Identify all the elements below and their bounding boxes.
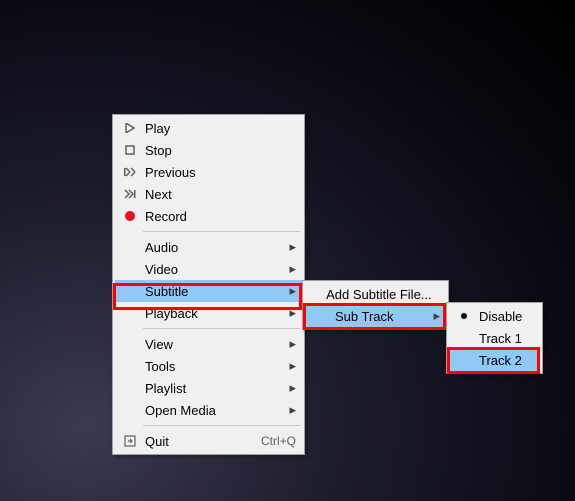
menu-label: Video	[141, 262, 282, 277]
menu-label: Sub Track	[331, 309, 426, 324]
chevron-right-icon: ▸	[282, 402, 296, 418]
menu-item-track-2[interactable]: Track 2	[449, 349, 540, 371]
chevron-right-icon: ▸	[426, 308, 440, 324]
menu-item-tools[interactable]: Tools ▸	[115, 355, 302, 377]
menu-item-playback[interactable]: Playback ▸	[115, 302, 302, 324]
quit-icon	[119, 435, 141, 447]
chevron-right-icon: ▸	[282, 336, 296, 352]
chevron-right-icon: ▸	[282, 358, 296, 374]
menu-label: Subtitle	[141, 284, 282, 299]
menu-item-disable[interactable]: Disable	[449, 305, 540, 327]
menu-label: Quit	[141, 434, 237, 449]
chevron-right-icon: ▸	[282, 239, 296, 255]
menu-item-record[interactable]: Record	[115, 205, 302, 227]
menu-item-add-subtitle-file[interactable]: Add Subtitle File...	[305, 283, 446, 305]
menu-item-track-1[interactable]: Track 1	[449, 327, 540, 349]
chevron-right-icon: ▸	[282, 261, 296, 277]
menu-item-previous[interactable]: Previous	[115, 161, 302, 183]
stop-icon	[119, 145, 141, 155]
menu-item-next[interactable]: Next	[115, 183, 302, 205]
menu-label: View	[141, 337, 282, 352]
menu-item-video[interactable]: Video ▸	[115, 258, 302, 280]
menu-label: Audio	[141, 240, 282, 255]
sub-track-submenu: Disable Track 1 Track 2	[446, 302, 543, 374]
play-icon	[119, 123, 141, 133]
menu-label: Playback	[141, 306, 282, 321]
menu-item-playlist[interactable]: Playlist ▸	[115, 377, 302, 399]
chevron-right-icon: ▸	[282, 305, 296, 321]
menu-label: Playlist	[141, 381, 282, 396]
context-menu: Play Stop Previous Next Record Audio ▸ V…	[112, 114, 305, 455]
menu-item-subtitle[interactable]: Subtitle ▸	[115, 280, 302, 302]
menu-item-view[interactable]: View ▸	[115, 333, 302, 355]
menu-label: Disable	[475, 309, 534, 324]
menu-item-quit[interactable]: Quit Ctrl+Q	[115, 430, 302, 452]
menu-label: Previous	[141, 165, 282, 180]
menu-label: Play	[141, 121, 282, 136]
radio-selected-icon	[453, 313, 475, 319]
menu-label: Track 1	[475, 331, 534, 346]
menu-item-play[interactable]: Play	[115, 117, 302, 139]
menu-separator	[143, 425, 300, 426]
chevron-right-icon: ▸	[282, 283, 296, 299]
menu-shortcut: Ctrl+Q	[237, 434, 296, 448]
record-icon	[119, 210, 141, 222]
menu-label: Tools	[141, 359, 282, 374]
next-icon	[119, 189, 141, 199]
menu-item-open-media[interactable]: Open Media ▸	[115, 399, 302, 421]
menu-label: Add Subtitle File...	[322, 287, 432, 302]
menu-item-stop[interactable]: Stop	[115, 139, 302, 161]
menu-label: Stop	[141, 143, 282, 158]
menu-label: Open Media	[141, 403, 282, 418]
subtitle-submenu: Add Subtitle File... Sub Track ▸	[302, 280, 449, 330]
menu-label: Record	[141, 209, 282, 224]
menu-label: Next	[141, 187, 282, 202]
menu-item-sub-track[interactable]: Sub Track ▸	[305, 305, 446, 327]
previous-icon	[119, 167, 141, 177]
menu-label: Track 2	[475, 353, 534, 368]
menu-separator	[143, 231, 300, 232]
chevron-right-icon: ▸	[282, 380, 296, 396]
menu-item-audio[interactable]: Audio ▸	[115, 236, 302, 258]
menu-separator	[143, 328, 300, 329]
